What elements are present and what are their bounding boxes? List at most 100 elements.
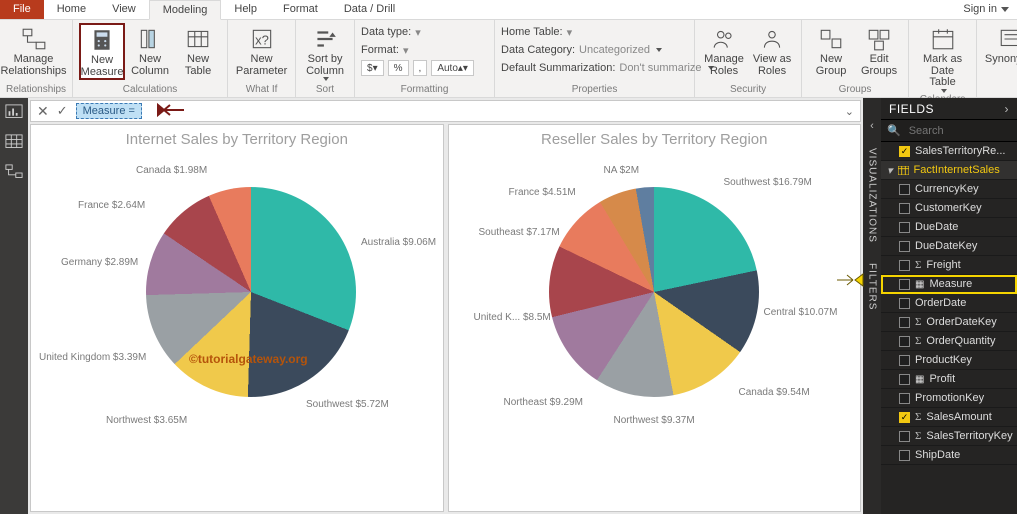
commit-formula-button[interactable]: ✓ (57, 103, 68, 119)
field-row[interactable]: ▦Measure (881, 275, 1017, 294)
field-row[interactable]: DueDateKey (881, 237, 1017, 256)
field-checkbox[interactable]: ✓ (899, 412, 910, 423)
group-calendars: Mark as Date Table Calendars (909, 20, 977, 97)
field-checkbox[interactable] (899, 298, 910, 309)
visualizations-tab[interactable]: VISUALIZATIONS (867, 140, 878, 251)
fields-search[interactable]: 🔍 (881, 120, 1017, 142)
mark-as-date-table-button[interactable]: Mark as Date Table (915, 23, 970, 94)
view-as-roles-button[interactable]: View as Roles (749, 23, 795, 78)
manage-relationships-button[interactable]: Manage Relationships (6, 23, 61, 78)
edit-groups-button[interactable]: Edit Groups (856, 23, 902, 78)
search-input[interactable] (907, 124, 1017, 138)
chevron-down-icon: ▾ (887, 164, 893, 177)
roles-icon (711, 26, 737, 52)
new-column-button[interactable]: New Column (127, 23, 173, 80)
field-checkbox[interactable] (899, 260, 910, 271)
field-row[interactable]: CustomerKey (881, 199, 1017, 218)
currency-button[interactable]: $ ▾ (361, 60, 384, 76)
format-row[interactable]: Format:▾ (361, 41, 488, 59)
field-checkbox[interactable]: ✓ (899, 146, 910, 157)
field-row[interactable]: ΣSalesTerritoryKey (881, 427, 1017, 446)
field-label: Freight (926, 259, 960, 271)
field-row[interactable]: ΣOrderDateKey (881, 313, 1017, 332)
tab-file[interactable]: File (0, 0, 44, 19)
tab-modeling[interactable]: Modeling (149, 0, 222, 20)
currency-label: $ (367, 63, 373, 74)
measure-icon: ▦ (915, 374, 924, 385)
relationships-icon (21, 26, 47, 52)
manage-relationships-label: Manage Relationships (0, 54, 66, 77)
field-row[interactable]: ΣFreight (881, 256, 1017, 275)
default-sum-label: Default Summarization: (501, 62, 615, 74)
field-checkbox[interactable] (899, 222, 910, 233)
field-row[interactable]: ShipDate (881, 446, 1017, 465)
field-row[interactable]: ▦Profit (881, 370, 1017, 389)
home-table-row[interactable]: Home Table:▾ (501, 23, 688, 41)
field-checkbox[interactable] (899, 317, 910, 328)
expand-pane-button[interactable]: ‹ (870, 120, 874, 136)
slice-label: Central $10.07M (764, 307, 814, 318)
default-sum-value: Don't summarize (619, 62, 701, 74)
manage-roles-button[interactable]: Manage Roles (701, 23, 747, 78)
tab-home[interactable]: Home (44, 0, 99, 19)
field-checkbox[interactable] (899, 450, 910, 461)
field-checkbox[interactable] (899, 393, 910, 404)
data-view-icon[interactable] (5, 134, 23, 150)
comma-button[interactable]: , (413, 60, 428, 76)
percent-button[interactable]: % (388, 60, 409, 76)
cancel-formula-button[interactable]: ✕ (37, 103, 49, 120)
field-checkbox[interactable] (899, 241, 910, 252)
sort-by-column-button[interactable]: Sort by Column (302, 23, 348, 82)
field-checkbox[interactable] (899, 355, 910, 366)
tab-data-drill[interactable]: Data / Drill (331, 0, 408, 19)
field-label: SalesTerritoryKey (926, 430, 1012, 442)
new-group-button[interactable]: New Group (808, 23, 854, 78)
decimals-stepper[interactable]: Auto ▴▾ (431, 60, 474, 76)
chart-reseller-sales[interactable]: Reseller Sales by Territory Region NA $2… (448, 124, 862, 512)
slice-label: NA $2M (604, 165, 640, 176)
field-label: SalesAmount (926, 411, 991, 423)
new-table-button[interactable]: New Table (175, 23, 221, 80)
slice-label: France $2.64M (78, 200, 145, 211)
measure-icon: ▦ (915, 279, 924, 290)
field-row[interactable]: CurrencyKey (881, 180, 1017, 199)
tab-view[interactable]: View (99, 0, 149, 19)
new-parameter-button[interactable]: x? New Parameter (234, 23, 289, 78)
filters-tab[interactable]: FILTERS (867, 255, 878, 318)
field-checkbox[interactable] (899, 336, 910, 347)
formula-expand-button[interactable]: ⌄ (845, 105, 854, 118)
field-table-header[interactable]: ▾FactInternetSales (881, 161, 1017, 180)
formula-input[interactable]: Measure = (76, 103, 142, 119)
new-measure-button[interactable]: New Measure (79, 23, 125, 80)
sign-in-link[interactable]: Sign in (955, 0, 1017, 19)
sigma-icon: Σ (915, 411, 921, 423)
field-checkbox[interactable] (899, 374, 910, 385)
field-checkbox[interactable] (899, 431, 910, 442)
field-row[interactable]: OrderDate (881, 294, 1017, 313)
model-view-icon[interactable] (5, 164, 23, 180)
field-checkbox[interactable] (899, 184, 910, 195)
default-sum-row[interactable]: Default Summarization: Don't summarize (501, 59, 688, 77)
slice-label: United K... $8.5M (474, 312, 534, 323)
field-checkbox[interactable] (899, 279, 910, 290)
field-checkbox[interactable] (899, 203, 910, 214)
charts-area: Internet Sales by Territory Region Canad… (30, 124, 861, 512)
report-view-icon[interactable] (5, 104, 23, 120)
data-category-row[interactable]: Data Category: Uncategorized (501, 41, 688, 59)
field-row[interactable]: ProductKey (881, 351, 1017, 370)
field-row[interactable]: DueDate (881, 218, 1017, 237)
datatype-row[interactable]: Data type:▾ (361, 23, 488, 41)
field-row[interactable]: PromotionKey (881, 389, 1017, 408)
pie-chart (549, 187, 759, 397)
field-row[interactable]: ✓ Σ SalesAmount (881, 408, 1017, 427)
synonyms-button[interactable]: Synonyms (983, 23, 1017, 67)
tab-help[interactable]: Help (221, 0, 270, 19)
tab-format[interactable]: Format (270, 0, 331, 19)
field-row[interactable]: ✓SalesTerritoryRe... (881, 142, 1017, 161)
field-row[interactable]: ΣOrderQuantity (881, 332, 1017, 351)
slice-label: Northwest $9.37M (614, 415, 695, 426)
field-label: CurrencyKey (915, 183, 979, 195)
group-qa: Synonyms 🌐 Language ▾ 📑 Linguistic Schem… (977, 20, 1017, 97)
chart-internet-sales[interactable]: Internet Sales by Territory Region Canad… (30, 124, 444, 512)
collapse-pane-button[interactable]: › (1005, 102, 1010, 116)
